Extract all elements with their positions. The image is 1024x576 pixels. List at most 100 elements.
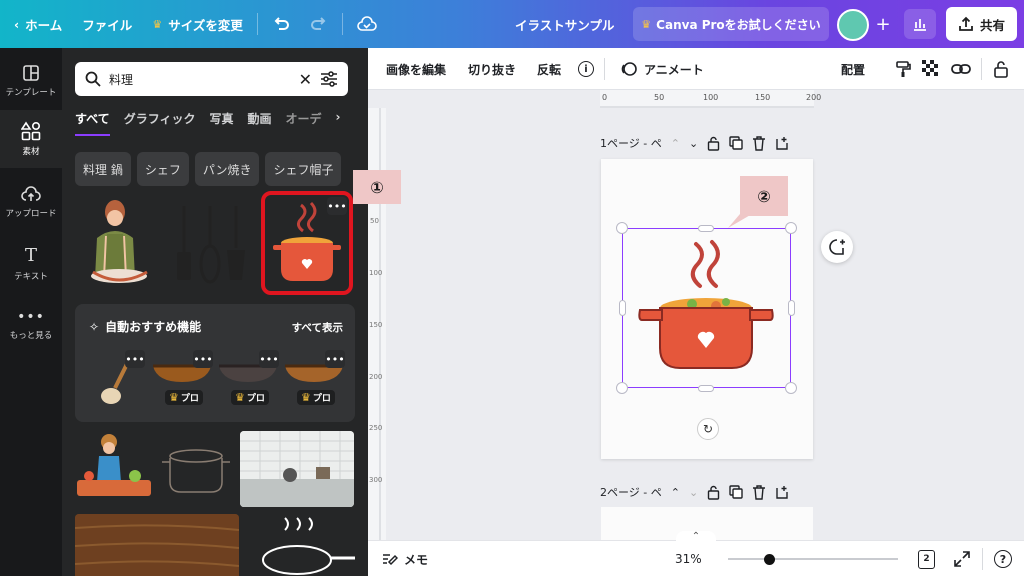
zoom-percentage[interactable]: 31% [675,541,702,576]
flip-button[interactable]: 反転 [537,48,561,90]
pro-trial-button[interactable]: ♛ Canva Proをお試しください [633,7,829,41]
lock-icon[interactable] [707,485,720,500]
insights-button[interactable] [904,9,936,39]
recommend-item-spoon[interactable]: ••• [97,348,145,410]
trash-icon[interactable] [752,135,766,151]
more-options-button[interactable]: ••• [327,197,347,215]
rail-item-text[interactable]: T テキスト [0,234,62,292]
chef-cooking-illustration [77,434,151,496]
clear-search-icon[interactable]: ✕ [299,70,312,89]
trash-icon[interactable] [752,484,766,500]
avatar[interactable] [837,9,869,41]
template-icon [23,65,39,81]
help-button[interactable]: ? [994,541,1012,576]
help-icon: ? [994,550,1012,568]
recommend-item-pan-2[interactable]: ••• ♛ プロ [217,348,279,410]
duplicate-icon[interactable] [729,136,743,150]
result-utensils[interactable] [170,198,250,290]
tab-photos[interactable]: 写真 [209,110,233,136]
transparency-button[interactable] [922,48,940,90]
more-options-button[interactable]: ••• [125,350,145,368]
recommend-item-pan-1[interactable]: ••• ♛ プロ [151,348,213,410]
resize-handle-left[interactable] [619,300,626,316]
home-button[interactable]: ‹ ホーム [0,0,72,48]
undo-button[interactable] [262,0,300,48]
chevron-up-icon[interactable]: ⌃ [671,137,680,150]
result-cooking-pot-selected[interactable]: ••• [261,191,353,295]
rotate-handle[interactable]: ↻ [697,418,719,440]
share-button[interactable]: 共有 [946,7,1017,41]
lock-button[interactable] [993,48,1009,90]
info-button[interactable]: i [578,48,594,90]
pro-badge: ♛ プロ [165,390,203,405]
rail-item-more[interactable]: ••• もっと見る [0,296,62,354]
see-all-link[interactable]: すべて表示 [292,320,343,335]
result-pot-outline[interactable] [159,438,233,498]
result-chef-cooking[interactable] [75,432,153,502]
chip-baking[interactable]: パン焼き [194,152,260,186]
chevron-up-icon[interactable]: ⌃ [671,486,680,499]
more-options-button[interactable]: ••• [193,350,213,368]
zoom-slider-thumb[interactable] [763,554,775,565]
tab-videos[interactable]: 動画 [247,110,271,136]
rail-item-uploads[interactable]: アップロード [0,173,62,231]
result-chef-woman[interactable] [75,198,161,290]
recommend-title: ✧ 自動おすすめ機能 [89,319,202,335]
resize-handle-right[interactable] [788,300,795,316]
resize-handle-top[interactable] [698,225,714,232]
save-status-button[interactable] [347,0,387,48]
chevron-down-icon[interactable]: ⌄ [689,486,698,499]
duplicate-icon[interactable] [729,485,743,499]
animate-button[interactable]: アニメート [620,48,704,90]
page-count-button[interactable]: 2 [918,541,935,576]
crop-button[interactable]: 切り抜き [468,48,516,90]
tab-graphics[interactable]: グラフィック [124,110,196,136]
ruler-left-label: 300 [369,476,383,484]
link-button[interactable] [951,48,971,90]
chevron-right-icon[interactable]: › [336,110,341,136]
resize-handle-tr[interactable] [785,222,797,234]
rail-item-elements[interactable]: 素材 [0,110,62,168]
page-1-title[interactable]: 1ページ - ペ [600,135,662,151]
resize-handle-tl[interactable] [616,222,628,234]
recommend-item-pan-3[interactable]: ••• ♛ プロ [283,348,345,410]
ruler-label: 100 [703,93,719,102]
add-page-icon[interactable] [775,136,789,150]
add-comment-button[interactable] [821,231,853,263]
edit-image-button[interactable]: 画像を編集 [386,48,446,90]
tab-audio[interactable]: オーデ [285,110,321,136]
chip-cooking-pot[interactable]: 料理 鍋 [75,152,131,186]
position-button[interactable]: 配置 [841,48,865,90]
more-options-button[interactable]: ••• [259,350,279,368]
rail-item-templates[interactable]: テンプレート [0,52,62,110]
ruler-left-label: 150 [369,321,383,329]
chip-chef[interactable]: シェフ [136,152,189,186]
design-title[interactable]: イラストサンプル [515,0,614,48]
chevron-down-icon[interactable]: ⌄ [689,137,698,150]
notes-button[interactable]: メモ [382,541,428,576]
resize-handle-br[interactable] [785,382,797,394]
more-options-button[interactable]: ••• [325,350,345,368]
add-collaborator-button[interactable]: + [869,9,897,39]
resize-handle-bl[interactable] [616,382,628,394]
file-menu-button[interactable]: ファイル [72,0,142,48]
link-icon [951,64,971,74]
result-frying-pan-line[interactable] [245,514,355,576]
info-icon: i [578,61,594,77]
result-kitchen-photo[interactable] [240,431,354,507]
search-input[interactable] [109,72,291,86]
frying-pan-illustration [262,517,355,575]
tab-all[interactable]: すべて [75,110,110,136]
zoom-slider-track[interactable] [728,558,898,560]
chip-chef-hat[interactable]: シェフ帽子 [265,152,342,186]
resize-handle-bottom[interactable] [698,385,714,392]
fullscreen-button[interactable] [954,541,970,576]
page-2-title[interactable]: 2ページ - ペ [600,484,662,500]
redo-button[interactable] [300,0,338,48]
paint-format-button[interactable] [895,48,911,90]
resize-button[interactable]: ♛ サイズを変更 [142,0,253,48]
lock-icon[interactable] [707,136,720,151]
result-wood-photo[interactable] [75,514,239,576]
filter-icon[interactable] [320,71,338,87]
add-page-icon[interactable] [775,485,789,499]
